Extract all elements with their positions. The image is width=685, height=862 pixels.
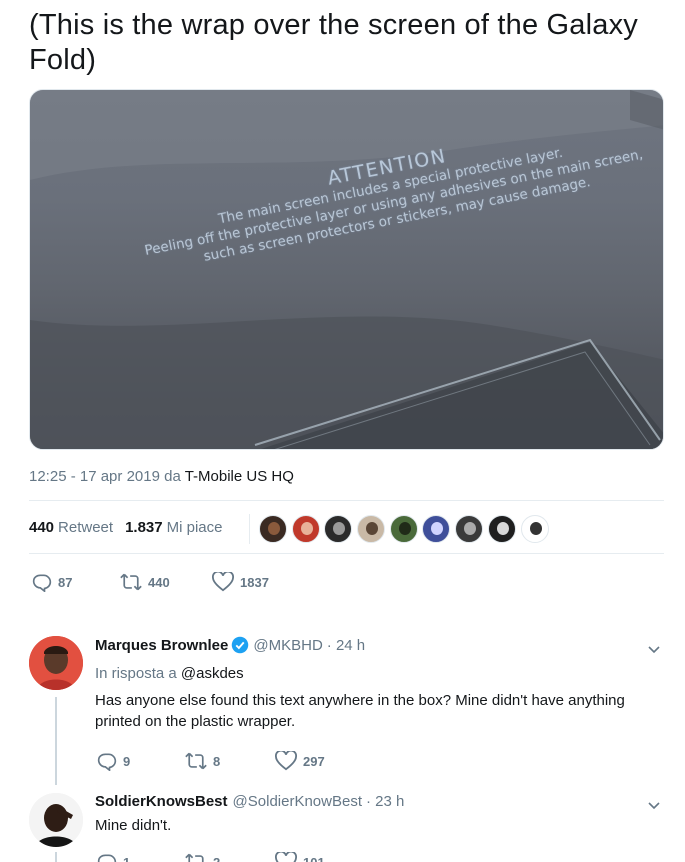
divider: [29, 553, 664, 554]
like-count-link[interactable]: 1.837 Mi piace: [125, 519, 222, 536]
like-button[interactable]: 101: [275, 852, 325, 862]
like-count: 101: [303, 854, 325, 862]
liker-avatar[interactable]: [389, 515, 418, 543]
liker-avatar-face: [268, 522, 280, 535]
retweet-button[interactable]: 440: [120, 572, 212, 592]
avatar-image: [29, 793, 83, 847]
tweet-timestamp: 12:25 - 17 apr 2019 da T-Mobile US HQ: [29, 468, 294, 485]
retweet-button[interactable]: 8: [185, 751, 275, 771]
reply-count: 9: [123, 753, 131, 769]
avatar-image: [29, 636, 83, 690]
chevron-down-icon[interactable]: [646, 797, 662, 813]
reply-count: 1: [123, 854, 131, 862]
avatar[interactable]: [29, 793, 83, 847]
heart-icon: [212, 572, 234, 592]
like-count: 297: [303, 753, 325, 769]
author-name[interactable]: SoldierKnowsBest: [95, 793, 228, 810]
reply-count: 87: [58, 574, 73, 590]
in-reply-prefix: In risposta a: [95, 665, 181, 682]
retweet-button[interactable]: 2: [185, 852, 275, 862]
retweet-icon: [185, 752, 207, 770]
timestamp-text[interactable]: 12:25 - 17 apr 2019 da: [29, 468, 185, 485]
like-button[interactable]: 297: [275, 751, 325, 771]
liker-avatar[interactable]: [487, 515, 516, 543]
author-handle[interactable]: @MKBHD: [253, 637, 322, 654]
reply-time[interactable]: · 23 h: [366, 793, 404, 810]
in-reply-to: In risposta a @askdes: [95, 665, 244, 682]
heart-icon: [275, 751, 297, 771]
tweet-actions: 87 440 1837: [32, 572, 269, 592]
divider: [29, 500, 664, 501]
like-button[interactable]: 1837: [212, 572, 269, 592]
reply-button[interactable]: 1: [97, 852, 185, 862]
reply-header: Marques Brownlee @MKBHD · 24 h: [95, 636, 365, 654]
thread-line: [55, 852, 57, 862]
reply-actions: 1 2 101: [97, 852, 325, 862]
tweet-text: (This is the wrap over the screen of the…: [29, 9, 638, 76]
liker-avatar-face: [366, 522, 379, 535]
source-label: T-Mobile US HQ: [184, 468, 294, 485]
liker-avatar[interactable]: [357, 515, 386, 543]
photo-text-overlay: ATTENTION The main screen includes a spe…: [30, 90, 663, 449]
reply-button[interactable]: 9: [97, 751, 185, 771]
reply-header: SoldierKnowsBest @SoldierKnowBest · 23 h: [95, 793, 404, 810]
liker-avatar[interactable]: [422, 515, 451, 543]
mention-link[interactable]: @askdes: [181, 665, 244, 682]
retweet-count-link[interactable]: 440 Retweet: [29, 519, 113, 536]
tweet-stats: 440 Retweet 1.837 Mi piace: [29, 512, 222, 542]
reply-text: Has anyone else found this text anywhere…: [95, 692, 625, 730]
like-label: Mi piace: [166, 518, 223, 536]
section-gap: [0, 616, 685, 626]
like-action-count: 1837: [240, 574, 269, 590]
reply-icon: [97, 854, 117, 862]
author-name[interactable]: Marques Brownlee: [95, 637, 228, 654]
liker-avatar[interactable]: [259, 515, 287, 543]
retweet-icon: [120, 573, 142, 591]
reply-text: Mine didn't.: [95, 817, 172, 834]
liker-avatar[interactable]: [455, 515, 484, 543]
retweet-icon: [185, 853, 204, 862]
reply-icon: [32, 574, 52, 592]
retweet-action-count: 440: [148, 574, 170, 590]
heart-icon: [275, 852, 297, 862]
liker-avatar[interactable]: [291, 515, 320, 543]
liker-avatar-face: [529, 522, 542, 535]
retweet-count: 2: [213, 854, 221, 862]
retweet-count: 440: [29, 518, 55, 536]
liker-avatar-face: [398, 522, 411, 535]
reply-button[interactable]: 87: [32, 572, 120, 592]
reply-icon: [97, 753, 117, 771]
retweet-label: Retweet: [58, 518, 114, 536]
liker-avatar-face: [431, 522, 444, 535]
author-handle[interactable]: @SoldierKnowBest: [233, 793, 362, 810]
avatar[interactable]: [29, 636, 83, 690]
liker-avatar-face: [300, 522, 313, 535]
liker-avatar-face: [333, 522, 346, 535]
liker-avatar[interactable]: [324, 515, 353, 543]
retweet-count: 8: [213, 753, 221, 769]
like-count: 1.837: [125, 518, 163, 536]
reply-time[interactable]: · 24 h: [327, 637, 365, 654]
tweet-photo[interactable]: ATTENTION The main screen includes a spe…: [29, 89, 664, 450]
liker-avatar-face: [464, 522, 477, 535]
liker-avatar-face: [496, 522, 509, 535]
chevron-down-icon[interactable]: [646, 641, 662, 657]
liker-avatars: [249, 514, 553, 544]
reply-actions: 9 8 297: [97, 751, 325, 771]
thread-line: [55, 697, 57, 785]
liker-avatar[interactable]: [520, 515, 549, 543]
verified-icon: [232, 636, 249, 654]
